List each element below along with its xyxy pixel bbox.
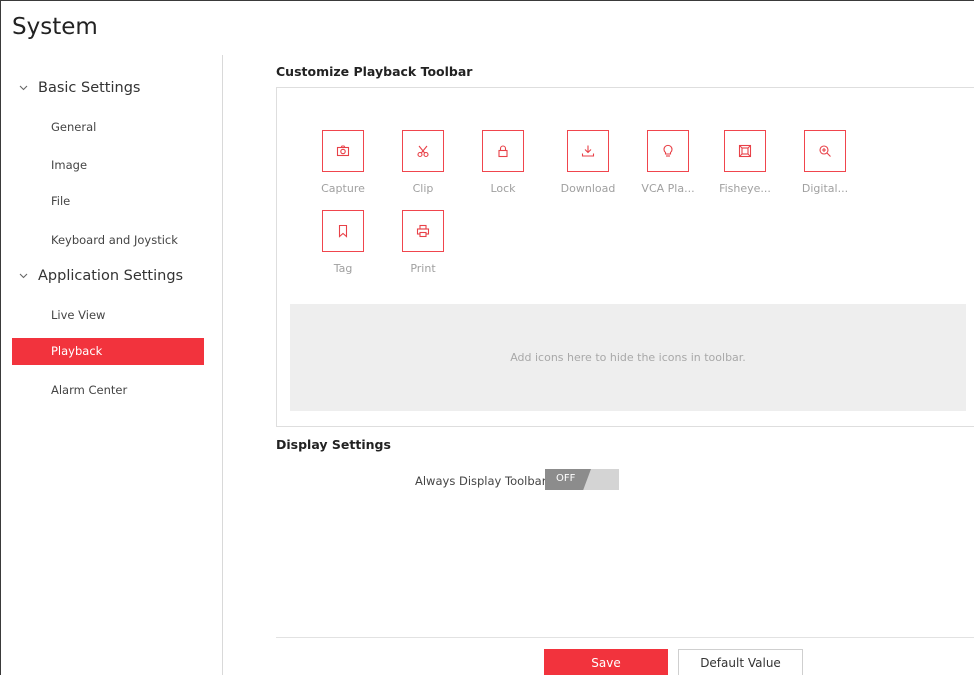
tool-capture[interactable]: Capture xyxy=(315,130,371,195)
group-application-settings[interactable]: Application Settings xyxy=(18,268,183,284)
always-display-toolbar-label: Always Display Toolbar xyxy=(415,474,547,488)
always-display-toolbar-toggle[interactable]: OFF xyxy=(545,469,619,490)
group-label: Application Settings xyxy=(38,268,184,284)
sidebar: System Basic Settings General Image File… xyxy=(0,0,222,675)
tool-vca-playback[interactable]: VCA Pla... xyxy=(635,130,701,195)
save-button[interactable]: Save xyxy=(544,649,668,675)
sidebar-item-playback[interactable]: Playback xyxy=(12,338,204,365)
tool-label: Clip xyxy=(412,182,434,195)
scissors-icon xyxy=(402,130,444,172)
tool-label: Digital... xyxy=(801,182,849,195)
app-title: System xyxy=(12,14,98,40)
group-label: Basic Settings xyxy=(38,80,141,96)
fisheye-icon xyxy=(724,130,766,172)
sidebar-divider xyxy=(222,55,223,675)
camera-icon xyxy=(322,130,364,172)
zoom-in-icon xyxy=(804,130,846,172)
toggle-state-text: OFF xyxy=(556,473,576,484)
tool-clip[interactable]: Clip xyxy=(395,130,451,195)
tool-label: Print xyxy=(410,262,436,275)
download-icon xyxy=(567,130,609,172)
tool-label: Download xyxy=(560,182,616,195)
tool-label: Capture xyxy=(321,182,365,195)
default-value-button[interactable]: Default Value xyxy=(678,649,803,675)
tool-download[interactable]: Download xyxy=(555,130,621,195)
section-title-toolbar: Customize Playback Toolbar xyxy=(276,64,473,79)
group-basic-settings[interactable]: Basic Settings xyxy=(18,80,140,96)
sidebar-item-keyboard-joystick[interactable]: Keyboard and Joystick xyxy=(12,227,204,254)
bookmark-icon xyxy=(322,210,364,252)
tool-label: Tag xyxy=(333,262,353,275)
sidebar-item-live-view[interactable]: Live View xyxy=(12,302,204,329)
tool-tag[interactable]: Tag xyxy=(315,210,371,275)
footer-divider xyxy=(276,637,974,638)
chevron-down-icon xyxy=(18,81,29,92)
dropzone-hint: Add icons here to hide the icons in tool… xyxy=(510,351,746,364)
sidebar-item-general[interactable]: General xyxy=(12,114,204,141)
tool-label: VCA Pla... xyxy=(641,182,695,195)
printer-icon xyxy=(402,210,444,252)
tool-print[interactable]: Print xyxy=(395,210,451,275)
tool-fisheye[interactable]: Fisheye... xyxy=(715,130,775,195)
sidebar-item-file[interactable]: File xyxy=(12,188,204,215)
lightbulb-icon xyxy=(647,130,689,172)
lock-icon xyxy=(482,130,524,172)
sidebar-item-image[interactable]: Image xyxy=(12,152,204,179)
sidebar-item-alarm-center[interactable]: Alarm Center xyxy=(12,377,204,404)
tool-lock[interactable]: Lock xyxy=(475,130,531,195)
chevron-down-icon xyxy=(18,269,29,280)
tool-digital-zoom[interactable]: Digital... xyxy=(795,130,855,195)
tool-label: Fisheye... xyxy=(719,182,771,195)
hidden-icons-dropzone[interactable]: Add icons here to hide the icons in tool… xyxy=(290,304,966,411)
tool-label: Lock xyxy=(490,182,516,195)
section-title-display: Display Settings xyxy=(276,437,391,452)
